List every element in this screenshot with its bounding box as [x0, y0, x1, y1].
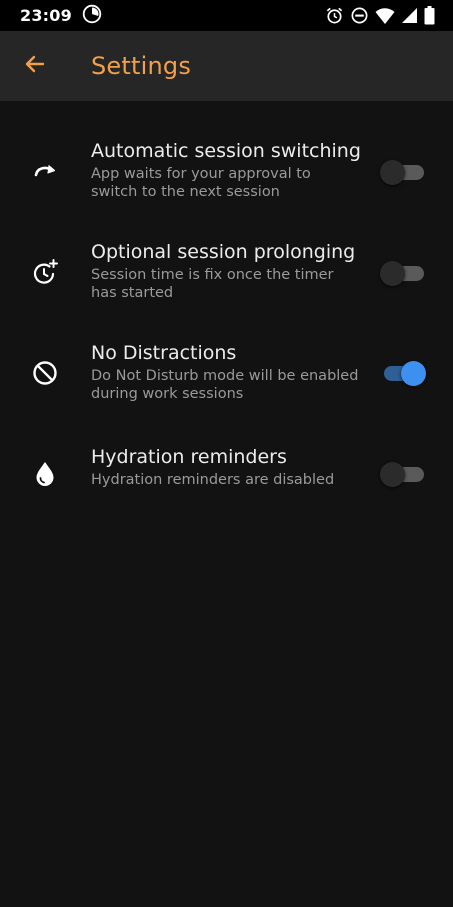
setting-text: Automatic session switching App waits fo… [91, 139, 361, 201]
timer-plus-icon [28, 255, 62, 289]
hydration-reminders-toggle[interactable] [380, 461, 426, 487]
no-distractions-toggle[interactable] [380, 360, 426, 386]
setting-summary: Hydration reminders are disabled [91, 472, 335, 488]
switch-thumb [380, 261, 405, 286]
setting-summary: Do Not Disturb mode will be enabled duri… [91, 368, 359, 402]
redo-arrow-icon [28, 153, 62, 187]
block-icon [28, 356, 62, 390]
setting-automatic-session-switching[interactable]: Automatic session switching App waits fo… [0, 139, 453, 209]
optional-session-prolonging-toggle[interactable] [380, 260, 426, 286]
switch-thumb [380, 462, 405, 487]
setting-text: Optional session prolonging Session time… [91, 240, 361, 302]
setting-title: Hydration reminders [91, 446, 287, 468]
status-time: 23:09 [20, 6, 72, 25]
wifi-icon [375, 7, 395, 25]
setting-text: Hydration reminders Hydration reminders … [91, 445, 361, 489]
status-left: 23:09 [20, 4, 102, 28]
status-bar: 23:09 [0, 0, 453, 31]
timer-app-icon [82, 4, 102, 28]
page-title: Settings [91, 52, 192, 80]
arrow-left-icon [23, 52, 47, 80]
alarm-icon [325, 6, 344, 25]
setting-title: Automatic session switching [91, 140, 361, 162]
setting-title: Optional session prolonging [91, 241, 356, 263]
setting-hydration-reminders[interactable]: Hydration reminders Hydration reminders … [0, 445, 453, 497]
back-button[interactable] [0, 31, 70, 101]
battery-icon [424, 6, 435, 25]
cell-signal-icon [401, 7, 418, 24]
switch-thumb [401, 361, 426, 386]
app-bar: Settings [0, 31, 453, 101]
do-not-disturb-icon [350, 6, 369, 25]
switch-thumb [380, 160, 405, 185]
setting-optional-session-prolonging[interactable]: Optional session prolonging Session time… [0, 240, 453, 310]
setting-text: No Distractions Do Not Disturb mode will… [91, 341, 361, 403]
status-right [325, 6, 435, 25]
automatic-session-switching-toggle[interactable] [380, 159, 426, 185]
water-drop-icon [28, 457, 62, 491]
setting-no-distractions[interactable]: No Distractions Do Not Disturb mode will… [0, 341, 453, 411]
setting-summary: App waits for your approval to switch to… [91, 166, 311, 200]
setting-title: No Distractions [91, 342, 237, 364]
setting-summary: Session time is fix once the timer has s… [91, 267, 334, 301]
